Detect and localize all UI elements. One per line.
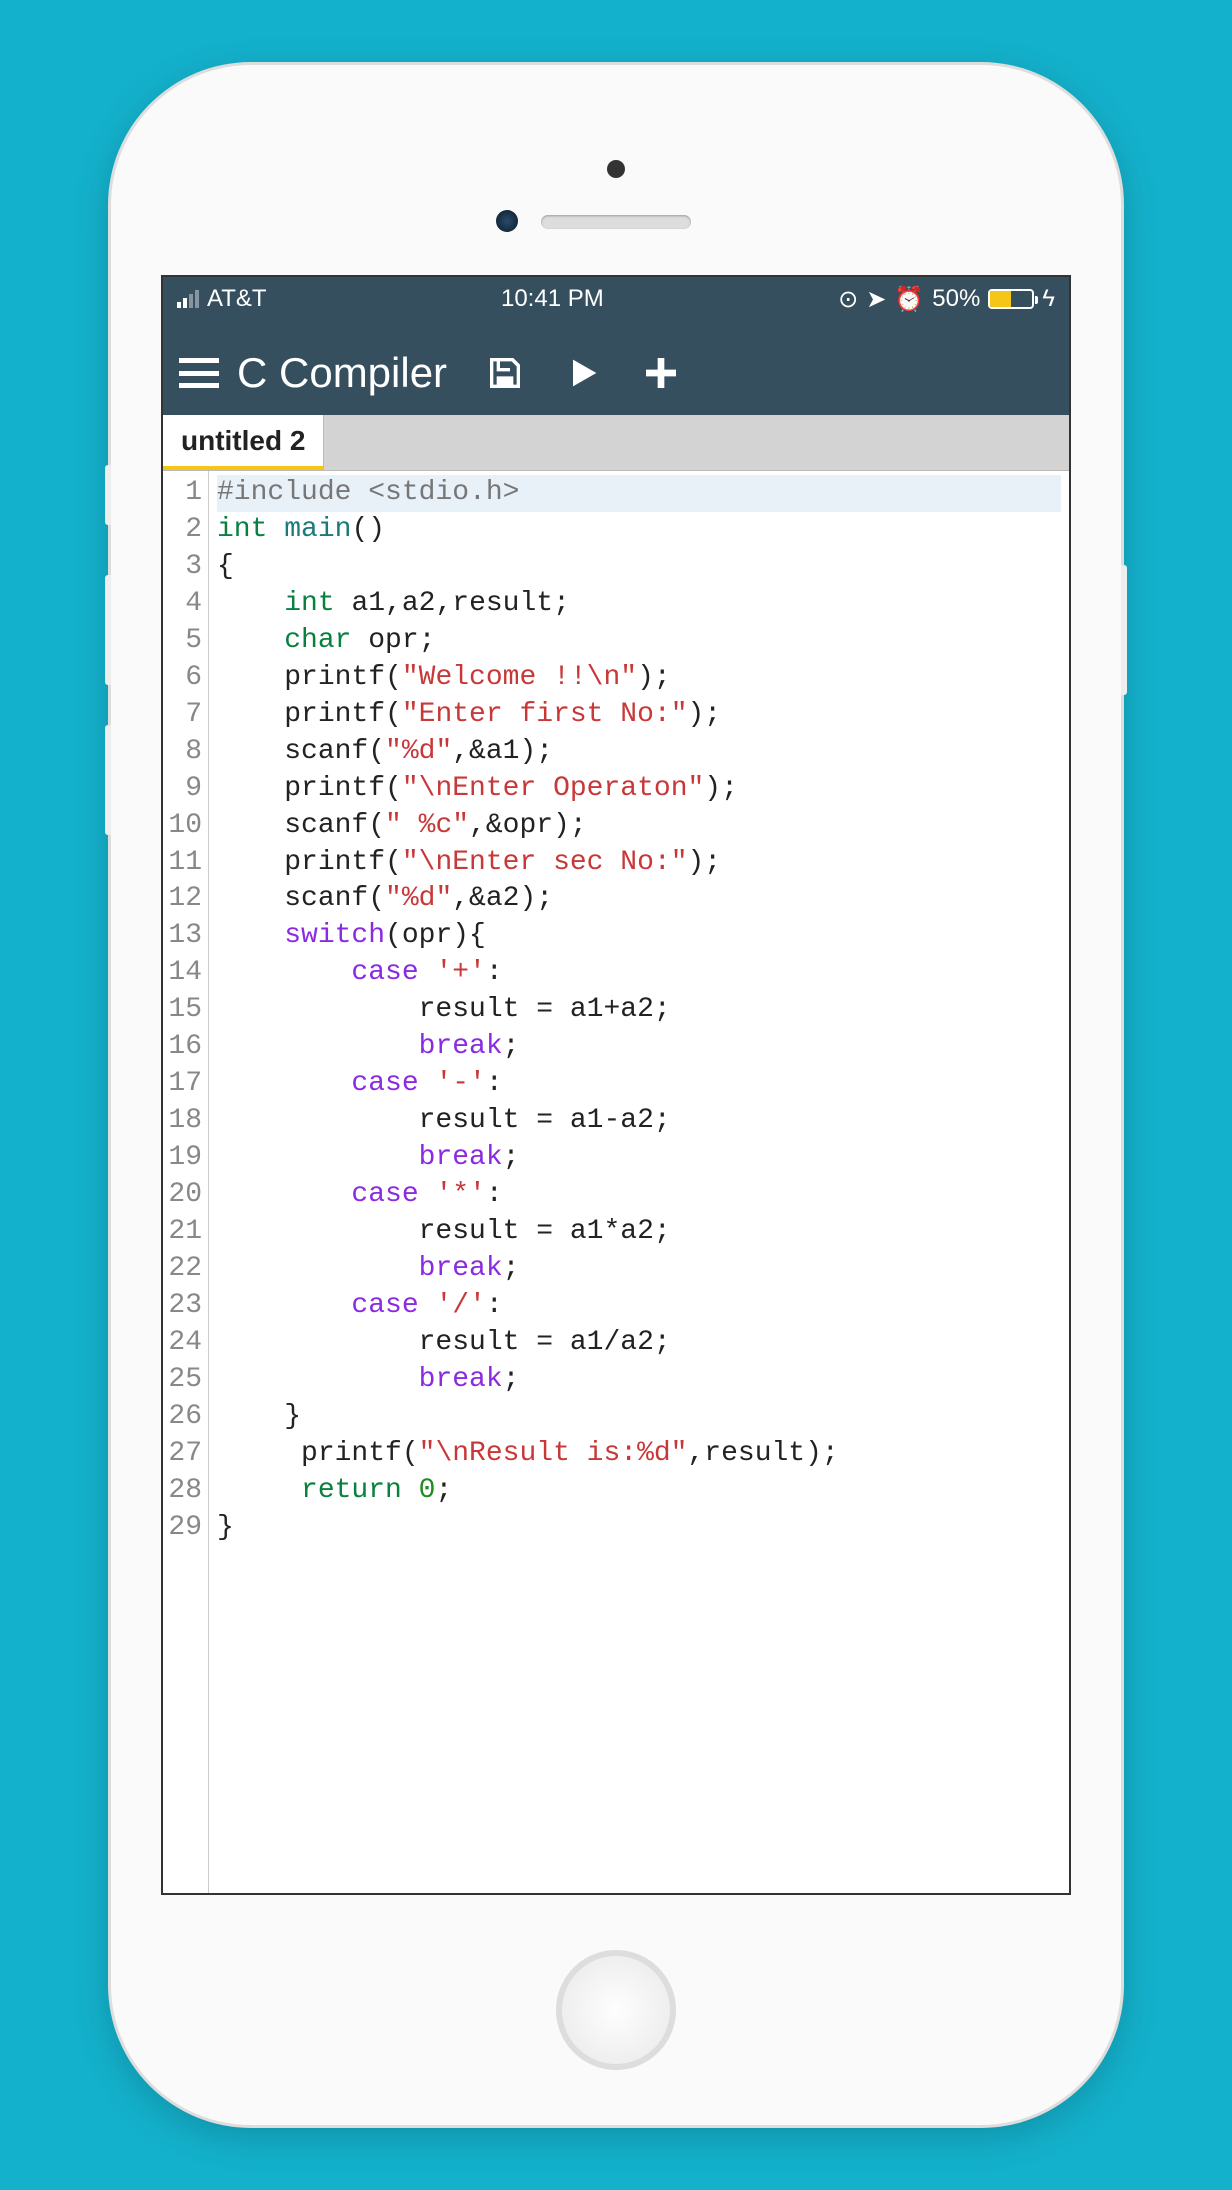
status-time: 10:41 PM [267,285,839,313]
plus-icon [641,353,681,393]
line-number: 8 [163,734,202,771]
line-number: 4 [163,586,202,623]
code-line[interactable]: printf("Enter first No:"); [217,697,1061,734]
code-line[interactable]: break; [217,1251,1061,1288]
code-line[interactable]: case '+': [217,955,1061,992]
line-number: 28 [163,1473,202,1510]
line-number: 14 [163,955,202,992]
line-number: 1 [163,475,202,512]
code-line[interactable]: } [217,1399,1061,1436]
code-line[interactable]: { [217,549,1061,586]
save-button[interactable] [485,353,525,393]
line-number: 17 [163,1066,202,1103]
status-left: AT&T [177,285,267,313]
line-number: 5 [163,623,202,660]
code-line[interactable]: case '-': [217,1066,1061,1103]
line-number: 12 [163,881,202,918]
app-title: C Compiler [237,349,447,397]
status-right: ⊙ ➤ ⏰ 50% ϟ [838,285,1055,314]
line-number: 16 [163,1029,202,1066]
tab-bar: untitled 2 [163,415,1069,471]
phone-camera [607,160,625,178]
phone-speaker [541,215,691,229]
app-header: C Compiler [163,321,1069,415]
add-button[interactable] [641,353,681,393]
code-line[interactable]: printf("\nEnter sec No:"); [217,845,1061,882]
play-icon [563,353,603,393]
location-icon: ➤ [866,285,886,314]
line-number: 23 [163,1288,202,1325]
mute-switch [105,465,111,525]
code-editor[interactable]: 1234567891011121314151617181920212223242… [163,471,1069,1893]
line-number: 6 [163,660,202,697]
line-number: 11 [163,845,202,882]
line-number: 19 [163,1140,202,1177]
line-number: 29 [163,1510,202,1547]
code-line[interactable]: break; [217,1029,1061,1066]
header-actions [485,353,681,393]
line-number: 3 [163,549,202,586]
power-button [1121,565,1127,695]
code-line[interactable]: #include <stdio.h> [217,475,1061,512]
charge-icon: ϟ [1042,285,1055,313]
line-number: 9 [163,771,202,808]
line-gutter: 1234567891011121314151617181920212223242… [163,471,209,1893]
volume-down-button [105,725,111,835]
phone-front-camera [496,210,518,232]
code-line[interactable]: result = a1/a2; [217,1325,1061,1362]
code-line[interactable]: printf("\nEnter Operaton"); [217,771,1061,808]
line-number: 15 [163,992,202,1029]
code-line[interactable]: int a1,a2,result; [217,586,1061,623]
code-line[interactable]: switch(opr){ [217,918,1061,955]
code-line[interactable]: case '/': [217,1288,1061,1325]
line-number: 24 [163,1325,202,1362]
home-button[interactable] [556,1950,676,2070]
line-number: 26 [163,1399,202,1436]
code-line[interactable]: char opr; [217,623,1061,660]
run-button[interactable] [563,353,603,393]
code-line[interactable]: printf("Welcome !!\n"); [217,660,1061,697]
code-line[interactable]: return 0; [217,1473,1061,1510]
code-line[interactable]: scanf("%d",&a2); [217,881,1061,918]
code-line[interactable]: case '*': [217,1177,1061,1214]
line-number: 21 [163,1214,202,1251]
line-number: 20 [163,1177,202,1214]
code-line[interactable]: result = a1+a2; [217,992,1061,1029]
signal-icon [177,290,199,308]
line-number: 13 [163,918,202,955]
orientation-lock-icon: ⊙ [838,285,858,314]
line-number: 22 [163,1251,202,1288]
line-number: 10 [163,808,202,845]
battery-pct: 50% [932,285,980,313]
line-number: 25 [163,1362,202,1399]
screen: AT&T 10:41 PM ⊙ ➤ ⏰ 50% ϟ C Compiler [161,275,1071,1895]
alarm-icon: ⏰ [894,285,924,314]
code-line[interactable]: result = a1*a2; [217,1214,1061,1251]
carrier-label: AT&T [207,285,267,313]
code-line[interactable]: } [217,1510,1061,1547]
code-area[interactable]: #include <stdio.h>int main(){ int a1,a2,… [209,471,1069,1893]
battery-icon [988,289,1034,309]
line-number: 18 [163,1103,202,1140]
phone-frame: AT&T 10:41 PM ⊙ ➤ ⏰ 50% ϟ C Compiler [111,65,1121,2125]
menu-icon[interactable] [179,358,219,388]
code-line[interactable]: break; [217,1362,1061,1399]
code-line[interactable]: result = a1-a2; [217,1103,1061,1140]
code-line[interactable]: scanf("%d",&a1); [217,734,1061,771]
line-number: 2 [163,512,202,549]
code-line[interactable]: printf("\nResult is:%d",result); [217,1436,1061,1473]
tab-label: untitled 2 [181,425,305,457]
save-icon [485,353,525,393]
code-line[interactable]: int main() [217,512,1061,549]
code-line[interactable]: scanf(" %c",&opr); [217,808,1061,845]
line-number: 27 [163,1436,202,1473]
line-number: 7 [163,697,202,734]
volume-up-button [105,575,111,685]
status-bar: AT&T 10:41 PM ⊙ ➤ ⏰ 50% ϟ [163,277,1069,321]
tab-untitled-2[interactable]: untitled 2 [163,415,324,470]
code-line[interactable]: break; [217,1140,1061,1177]
